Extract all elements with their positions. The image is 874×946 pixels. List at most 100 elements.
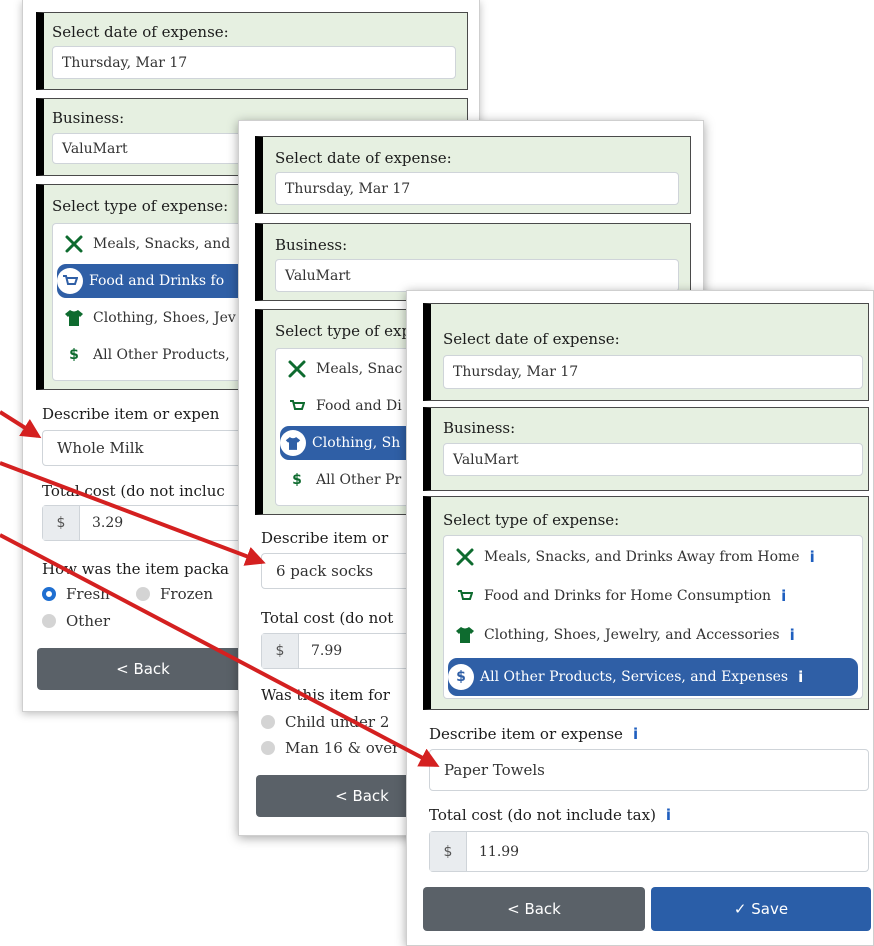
cost-label: Total cost (do not incluc [42,482,225,500]
expense-type-list: Meals, Snacks, and Drinks Away from Home… [443,535,863,699]
item-for-label: Was this item for [261,686,390,704]
cost-label: Total cost (do not [261,609,394,627]
business-field[interactable]: ValuMart [275,259,679,292]
describe-input[interactable]: Paper Towels [429,749,869,791]
expense-option-other[interactable]: $ All Other Products, [61,338,230,372]
option-label: Food and Drinks fo [89,273,225,289]
dollar-icon: $ [292,472,302,488]
option-label: All Other Pr [316,472,402,488]
option-label: Clothing, Sh [312,435,401,451]
option-label: Meals, Snacks, and [93,236,231,252]
expense-option-food-home[interactable]: Food and Di [284,389,402,423]
cart-icon [57,268,83,294]
radio-unchecked[interactable] [261,741,275,755]
radio-unchecked[interactable] [136,587,150,601]
info-icon[interactable]: i [798,668,803,686]
date-label: Select date of expense: [52,23,229,41]
date-section: Select date of expense: Thursday, Mar 17 [36,12,468,90]
cart-icon [284,398,310,414]
business-field[interactable]: ValuMart [443,443,863,476]
option-label: Clothing, Shoes, Jewelry, and Accessorie… [484,627,780,643]
date-field[interactable]: Thursday, Mar 17 [52,46,456,79]
radio-other[interactable]: Other [42,612,110,630]
shirt-icon-wrap [280,430,306,456]
save-button[interactable]: ✓ Save [651,887,871,931]
describe-label: Describe item or [261,529,389,547]
radio-label: Man 16 & over [285,739,400,757]
expense-option-food-home[interactable]: Food and Drinks for Home Consumption i [452,579,786,613]
describe-label: Describe item or expense i [429,725,638,743]
radio-label: Other [66,612,111,630]
utensils-icon [61,234,87,254]
info-icon[interactable]: i [781,587,786,605]
cost-value[interactable]: 11.99 [467,832,519,871]
back-button[interactable]: < Back [423,887,645,931]
expense-option-other[interactable]: $ All Other Products, Services, and Expe… [448,658,858,696]
radio-label: Frozen [160,585,214,603]
expense-option-meals[interactable]: Meals, Snacks, and Drinks Away from Home… [452,540,815,574]
option-label: Meals, Snacks, and Drinks Away from Home [484,549,800,565]
info-icon[interactable]: i [666,806,671,824]
currency-prefix: $ [430,832,467,871]
date-section: Select date of expense: Thursday, Mar 17 [423,303,869,401]
utensils-icon [284,359,310,379]
cost-label: Total cost (do not include tax) i [429,806,671,824]
info-icon[interactable]: i [810,548,815,566]
describe-label: Describe item or expen [42,405,220,423]
expense-option-meals[interactable]: Meals, Snac [284,352,402,386]
utensils-icon [452,547,478,567]
expense-type-label: Select type of exp [275,322,412,340]
expense-type-label: Select type of expense: [52,197,229,215]
date-label: Select date of expense: [275,149,452,167]
dollar-icon: $ [69,347,79,363]
cost-value[interactable]: 7.99 [299,634,342,668]
radio-unchecked[interactable] [42,614,56,628]
radio-label: Child under 2 [285,713,390,731]
radio-unchecked[interactable] [261,715,275,729]
shirt-icon [61,309,87,327]
expense-option-clothing[interactable]: Clothing, Shoes, Jewelry, and Accessorie… [452,618,795,652]
radio-label: Fresh [66,585,110,603]
expense-option-meals[interactable]: Meals, Snacks, and [61,227,230,261]
date-field[interactable]: Thursday, Mar 17 [443,355,863,389]
packaging-label: How was the item packa [42,560,229,578]
radio-man-16-over[interactable]: Man 16 & over [261,739,399,757]
describe-label-text: Describe item or expense [429,725,623,743]
shirt-icon [280,430,306,456]
radio-frozen[interactable]: Frozen [136,585,213,603]
expense-type-label: Select type of expense: [443,511,620,529]
dollar-icon-wrap: $ [448,664,474,690]
option-label: Food and Di [316,398,402,414]
cost-label-text: Total cost (do not include tax) [429,806,656,824]
radio-checked[interactable] [42,587,56,601]
cart-icon [452,588,478,604]
cost-input-group[interactable]: $ 11.99 [429,831,869,872]
option-label: Meals, Snac [316,361,403,377]
radio-fresh[interactable]: Fresh [42,585,110,603]
expense-type-section: Select type of expense: Meals, Snacks, a… [423,496,869,710]
info-icon[interactable]: i [790,626,795,644]
back-button[interactable]: < Back [37,648,249,690]
currency-prefix: $ [262,634,299,668]
option-label: Food and Drinks for Home Consumption [484,588,772,604]
option-label: Clothing, Shoes, Jev [93,310,236,326]
option-label: All Other Products, Services, and Expens… [480,669,789,685]
expense-form-panel-3: Select date of expense: Thursday, Mar 17… [406,290,874,946]
business-label: Business: [443,419,516,437]
date-section: Select date of expense: Thursday, Mar 17 [255,136,691,214]
expense-option-clothing[interactable]: Clothing, Shoes, Jev [61,301,236,335]
business-section: Business: ValuMart [423,407,869,491]
cost-value[interactable]: 3.29 [80,506,123,540]
business-label: Business: [275,236,348,254]
cart-icon-wrap [57,268,83,294]
shirt-icon [452,626,478,644]
date-label: Select date of expense: [443,330,620,348]
option-label: All Other Products, [93,347,230,363]
dollar-icon: $ [448,664,474,690]
currency-prefix: $ [43,506,80,540]
expense-option-other[interactable]: $ All Other Pr [284,463,401,497]
business-label: Business: [52,109,125,127]
info-icon[interactable]: i [633,725,638,743]
radio-child-under-2[interactable]: Child under 2 [261,713,389,731]
date-field[interactable]: Thursday, Mar 17 [275,172,679,205]
